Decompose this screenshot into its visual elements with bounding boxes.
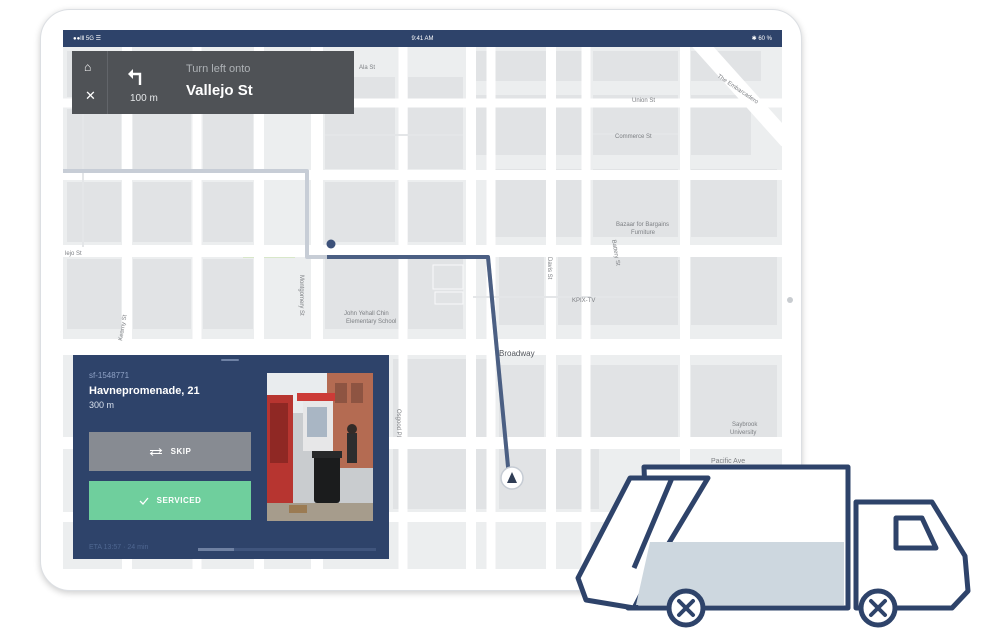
turn-instruction-banner: ⌂ ✕ 100 m Turn left onto Vallejo St bbox=[72, 51, 354, 114]
turn-street-name: Vallejo St bbox=[186, 82, 253, 99]
eta-text: ETA 13:57 · 24 min bbox=[89, 544, 149, 551]
banner-controls: ⌂ ✕ bbox=[72, 51, 108, 114]
location-arrow-icon[interactable] bbox=[500, 466, 524, 490]
stop-address: Havnepromenade, 21 bbox=[89, 385, 200, 397]
check-icon bbox=[139, 497, 149, 505]
map-label-davis-st: Davis St bbox=[546, 257, 552, 280]
app-illustration: ●●lll 5G ☰ 9:41 AM ✱ 60 % Ala St Union S… bbox=[0, 0, 989, 638]
route-progress-bar bbox=[198, 548, 376, 551]
map-label-osgood-pl: Osgood Pl bbox=[395, 409, 401, 437]
skip-label: SKIP bbox=[170, 447, 192, 456]
map-label-commerce-st: Commerce St bbox=[615, 134, 652, 140]
status-bar: ●●lll 5G ☰ 9:41 AM ✱ 60 % bbox=[63, 30, 782, 47]
map-label-broadway: Broadway bbox=[499, 349, 535, 358]
map-label-saybrook-line1: Saybrook bbox=[732, 422, 758, 428]
map-label-union-st: Union St bbox=[632, 98, 655, 104]
serviced-label: SERVICED bbox=[156, 496, 202, 505]
close-icon[interactable]: ✕ bbox=[85, 89, 96, 102]
serviced-button[interactable]: SERVICED bbox=[89, 481, 251, 520]
map-label-saybrook-line2: University bbox=[730, 430, 756, 436]
map-label-vallejo-st: lejo St bbox=[65, 251, 82, 257]
tablet-camera bbox=[787, 297, 793, 303]
map-label-ala-st: Ala St bbox=[359, 65, 375, 71]
turn-distance: 100 m bbox=[130, 93, 158, 104]
map-label-montgomery-st: Montgomery St bbox=[298, 275, 304, 316]
map-label-school-line1: John Yehall Chin bbox=[344, 311, 389, 317]
stop-photo[interactable] bbox=[267, 373, 373, 521]
route-progress-fill bbox=[198, 548, 234, 551]
route-waypoint bbox=[326, 239, 336, 249]
turn-left-icon bbox=[128, 69, 142, 85]
map-label-bazaar: Bazaar for Bargains bbox=[616, 222, 669, 228]
drag-handle[interactable] bbox=[221, 359, 239, 361]
battery-status: ✱ 60 % bbox=[751, 36, 772, 42]
skip-button[interactable]: SKIP bbox=[89, 432, 251, 471]
home-icon[interactable]: ⌂ bbox=[84, 61, 91, 73]
status-time: 9:41 AM bbox=[411, 35, 434, 42]
map-label-kpix: KPIX-TV bbox=[572, 298, 595, 304]
skip-arrows-icon bbox=[149, 447, 162, 456]
stop-distance: 300 m bbox=[89, 400, 115, 410]
stop-panel: sf-1548771 Havnepromenade, 21 300 m SKIP… bbox=[73, 355, 389, 559]
garbage-truck-icon bbox=[575, 464, 971, 628]
stop-id: sf-1548771 bbox=[89, 371, 130, 380]
signal-status: ●●lll 5G ☰ bbox=[73, 36, 101, 42]
map-label-school-line2: Elementary School bbox=[346, 319, 396, 325]
map-label-furniture: Furniture bbox=[631, 230, 656, 236]
turn-instruction: Turn left onto bbox=[186, 63, 251, 75]
